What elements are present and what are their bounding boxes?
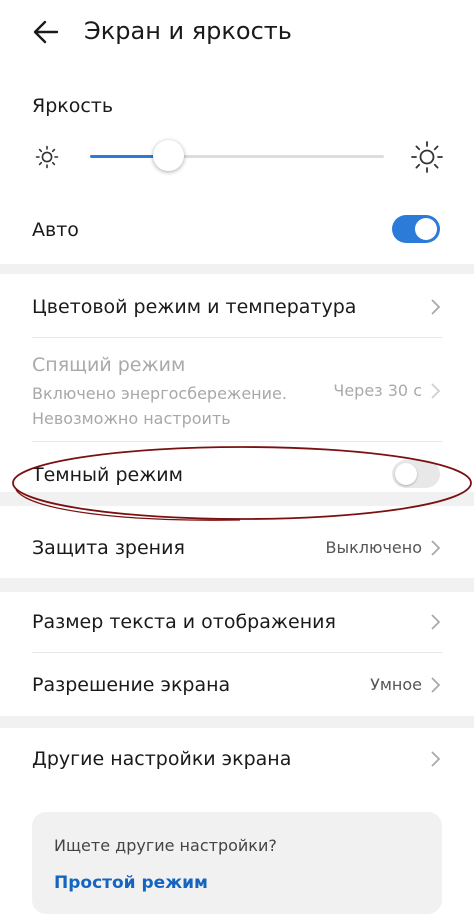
chevron-right-icon [431, 299, 441, 315]
annotation-ellipse [12, 446, 472, 521]
brightness-label: Яркость [32, 95, 114, 117]
chevron-right-icon [431, 540, 441, 556]
resolution-label[interactable]: Разрешение экрана [32, 671, 230, 699]
sleep-label: Спящий режим [32, 354, 186, 376]
chevron-right-icon [431, 751, 441, 767]
divider [32, 337, 442, 338]
brightness-slider[interactable] [90, 140, 384, 171]
resolution-value: Умное [370, 675, 422, 694]
back-arrow-icon[interactable] [32, 18, 60, 46]
search-suggestion-card: Ищете другие настройки? Простой режим [32, 812, 442, 914]
eye-comfort-value: Выключено [325, 538, 422, 557]
other-settings-label[interactable]: Другие настройки экрана [32, 745, 291, 773]
chevron-right-icon [431, 383, 441, 399]
sun-dim-icon [35, 145, 59, 169]
search-question: Ищете другие настройки? [54, 836, 277, 855]
eye-comfort-label[interactable]: Защита зрения [32, 534, 185, 562]
auto-brightness-label: Авто [32, 219, 79, 241]
auto-brightness-toggle[interactable] [392, 215, 440, 243]
text-size-label[interactable]: Размер текста и отображения [32, 608, 336, 636]
sleep-note-line2: Невозможно настроить [32, 409, 231, 428]
page-title: Экран и яркость [84, 17, 292, 45]
color-mode-label[interactable]: Цветовой режим и температура [32, 293, 356, 321]
chevron-right-icon [431, 614, 441, 630]
sleep-note-line1: Включено энергосбережение. [32, 384, 287, 403]
simple-mode-link[interactable]: Простой режим [54, 870, 208, 896]
divider [32, 652, 442, 653]
brightness-slider-thumb[interactable] [153, 140, 185, 171]
brightness-card: Экран и яркость Яркость Авто [0, 0, 474, 264]
toggle-knob [415, 218, 437, 240]
sun-bright-icon [411, 141, 443, 173]
sleep-value: Через 30 с [333, 381, 422, 400]
text-resolution-card: Размер текста и отображения Разрешение э… [0, 592, 474, 716]
chevron-right-icon [431, 677, 441, 693]
